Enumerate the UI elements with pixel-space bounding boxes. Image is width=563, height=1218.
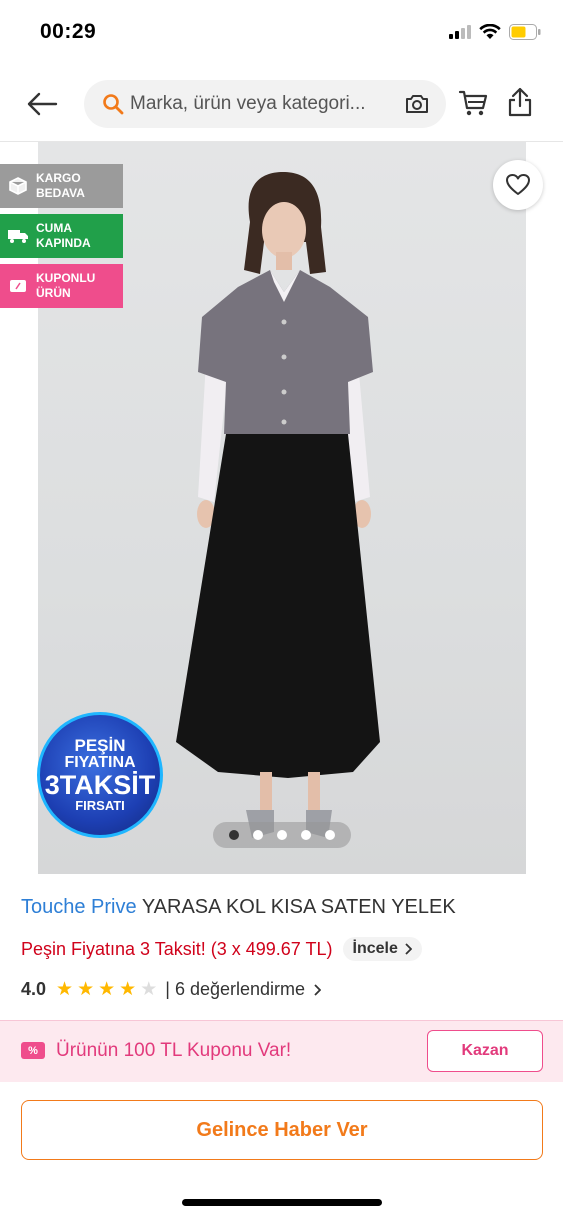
- star-empty-icon: ★: [140, 979, 158, 1000]
- cart-button[interactable]: [458, 88, 488, 123]
- brand-link[interactable]: Touche Prive: [21, 896, 137, 918]
- box-icon: [0, 177, 36, 195]
- favorite-button[interactable]: [493, 160, 543, 210]
- star-icon: ★: [119, 979, 137, 1000]
- star-icon: ★: [56, 979, 74, 1000]
- status-icons: [449, 24, 541, 40]
- product-title: Touche Prive YARASA KOL KISA SATEN YELEK: [21, 896, 456, 919]
- product-gallery[interactable]: KARGO BEDAVA CUMA KAPINDA KUPONLU ÜRÜN PEŞİ…: [0, 142, 563, 874]
- seal-line4: FIRSATI: [75, 798, 125, 813]
- coupon-icon: [0, 279, 36, 293]
- coupon-bar: % Ürünün 100 TL Kuponu Var! Kazan: [0, 1020, 563, 1082]
- chevron-right-icon: [314, 983, 322, 996]
- wifi-icon: [479, 24, 501, 39]
- search-icon: [102, 93, 124, 115]
- badge-line1: KUPONLU: [36, 271, 96, 285]
- coupon-text: Ürünün 100 TL Kuponu Var!: [56, 1040, 292, 1061]
- product-name: YARASA KOL KISA SATEN YELEK: [141, 896, 456, 918]
- star-icon: ★: [77, 979, 95, 1000]
- gallery-dot[interactable]: [277, 830, 287, 840]
- installment-row: Peşin Fiyatına 3 Taksit! (3 x 499.67 TL)…: [21, 937, 422, 961]
- home-indicator: [182, 1199, 382, 1206]
- badge-line1: CUMA: [36, 221, 72, 235]
- status-time: 00:29: [40, 20, 97, 43]
- share-icon: [508, 87, 532, 117]
- review-count: | 6 değerlendirme: [165, 979, 306, 999]
- seal-line3: 3TAKSİT: [44, 770, 156, 800]
- gallery-dot[interactable]: [253, 830, 263, 840]
- badge-line2: BEDAVA: [36, 186, 85, 200]
- badge-line2: ÜRÜN: [36, 286, 71, 300]
- incele-button[interactable]: İncele: [342, 937, 422, 961]
- heart-icon: [506, 174, 530, 195]
- back-button[interactable]: [22, 86, 62, 122]
- installment-text: Peşin Fiyatına 3 Taksit! (3 x 499.67 TL): [21, 938, 333, 959]
- rating-row[interactable]: 4.0 ★ ★ ★ ★ ★ | 6 değerlendirme: [21, 978, 322, 1001]
- badge-cuma-kapinda: CUMA KAPINDA: [0, 214, 123, 258]
- kazan-button[interactable]: Kazan: [427, 1030, 543, 1072]
- seal-line1: PEŞİN: [74, 736, 126, 755]
- rating-value: 4.0: [21, 979, 47, 999]
- chevron-right-icon: [405, 943, 412, 955]
- star-icon: ★: [98, 979, 116, 1000]
- seal-line2: FIYATINA: [64, 754, 136, 771]
- badge-kargo-bedava: KARGO BEDAVA: [0, 164, 123, 208]
- coupon-icon: %: [21, 1042, 45, 1059]
- status-bar: 00:29: [0, 0, 563, 66]
- battery-icon: [509, 24, 541, 40]
- cellular-signal-icon: [449, 25, 471, 39]
- search-input[interactable]: Marka, ürün veya kategori...: [84, 80, 446, 128]
- installment-promo-seal: PEŞİN FIYATINA 3TAKSİT FIRSATI: [37, 712, 163, 838]
- search-placeholder: Marka, ürün veya kategori...: [130, 93, 366, 114]
- camera-search-icon[interactable]: [404, 92, 430, 121]
- cart-icon: [458, 90, 488, 116]
- back-arrow-icon: [27, 92, 58, 116]
- gallery-dot[interactable]: [301, 830, 311, 840]
- truck-icon: [0, 228, 36, 244]
- reviews-link[interactable]: | 6 değerlendirme: [165, 979, 322, 1000]
- incele-label: İncele: [352, 940, 398, 957]
- share-button[interactable]: [506, 86, 534, 123]
- notify-me-button[interactable]: Gelince Haber Ver: [21, 1100, 543, 1160]
- badge-line2: KAPINDA: [36, 236, 91, 250]
- gallery-dot[interactable]: [325, 830, 335, 840]
- header: Marka, ürün veya kategori...: [0, 66, 563, 142]
- rating-stars: ★ ★ ★ ★ ★: [56, 978, 157, 1001]
- badge-line1: KARGO: [36, 171, 81, 185]
- gallery-pagination[interactable]: [213, 822, 351, 848]
- badge-kuponlu-urun: KUPONLU ÜRÜN: [0, 264, 123, 308]
- gallery-dot[interactable]: [229, 830, 239, 840]
